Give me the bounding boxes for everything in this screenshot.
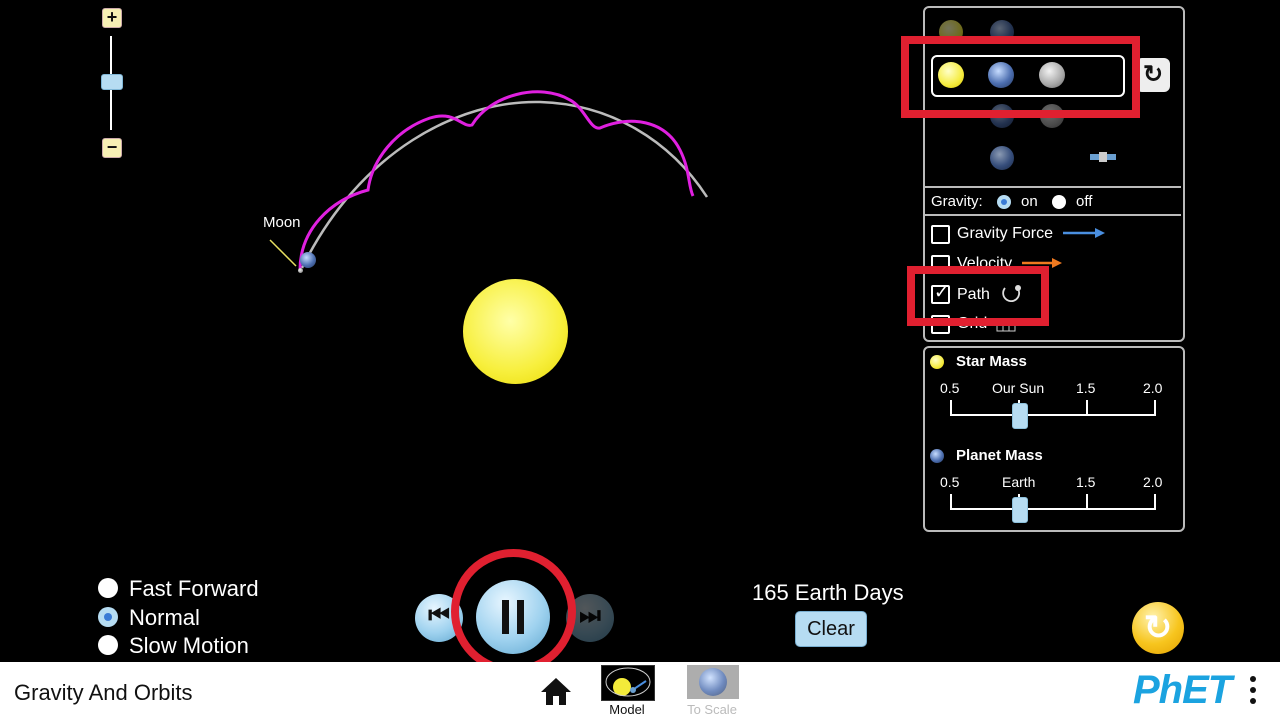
planet-mass-track [951, 508, 1155, 510]
panel-divider-2 [925, 214, 1181, 216]
normal-radio[interactable] [98, 607, 118, 627]
gravity-force-checkbox[interactable] [931, 225, 950, 244]
to-scale-screen-label[interactable]: To Scale [677, 702, 747, 717]
mass-panel [923, 346, 1185, 532]
planet-mass-title: Planet Mass [956, 447, 1043, 464]
star-mass-track [951, 414, 1155, 416]
model-screen-thumb[interactable] [601, 665, 655, 701]
slow-motion-radio[interactable] [98, 635, 118, 655]
planet-tick-0: 0.5 [940, 474, 960, 490]
star-tick-3: 2.0 [1143, 380, 1163, 396]
sim-title: Gravity And Orbits [14, 680, 193, 705]
planet-path [298, 90, 695, 271]
phet-logo[interactable]: PhET [1133, 668, 1232, 713]
star-tick-0: 0.5 [940, 380, 960, 396]
planet-tick-mark [1154, 494, 1156, 510]
star-mass-slider-thumb[interactable] [1012, 403, 1028, 429]
elapsed-time: 165 Earth Days [752, 580, 904, 605]
moon-path [300, 100, 709, 269]
moon-label: Moon [263, 214, 301, 231]
planet-body[interactable] [300, 252, 316, 268]
moon-body[interactable] [298, 268, 303, 273]
planet-tick-3: 2.0 [1143, 474, 1163, 490]
navigation-bar: Gravity And Orbits Model To Scale PhET [0, 662, 1280, 720]
reset-all-button[interactable]: ↻ [1132, 602, 1184, 654]
home-icon[interactable] [539, 674, 573, 708]
to-scale-earth-icon [699, 668, 727, 696]
clear-button[interactable]: Clear [795, 611, 867, 647]
slow-motion-label: Slow Motion [129, 633, 249, 658]
gravity-force-label: Gravity Force [957, 225, 1054, 242]
satellite-icon [1090, 150, 1116, 164]
planet-mass-icon [930, 449, 944, 463]
planet-mass-slider-thumb[interactable] [1012, 497, 1028, 523]
highlight-path [907, 266, 1049, 326]
to-scale-screen-thumb[interactable] [687, 665, 739, 699]
preset-earth-icon-3 [990, 146, 1014, 170]
highlight-preset [901, 36, 1140, 118]
planet-tick-mark [1086, 494, 1088, 510]
panel-divider [925, 186, 1181, 188]
gravity-on-label: on [1021, 193, 1038, 210]
star-tick-mark [1086, 400, 1088, 416]
planet-tick-mark [950, 494, 952, 510]
reset-preset-button[interactable]: ↻ [1136, 58, 1170, 92]
fast-forward-radio[interactable] [98, 578, 118, 598]
planet-tick-1: Earth [1002, 474, 1036, 490]
star-mass-title: Star Mass [956, 353, 1027, 370]
star-tick-1: Our Sun [992, 380, 1045, 396]
model-screen-label[interactable]: Model [592, 702, 662, 717]
star-tick-mark [950, 400, 952, 416]
gravity-on-radio[interactable] [997, 195, 1011, 209]
star-tick-2: 1.5 [1076, 380, 1096, 396]
star-mass-icon [930, 355, 944, 369]
planet-tick-2: 1.5 [1076, 474, 1096, 490]
highlight-pause [451, 549, 576, 662]
gravity-off-radio[interactable] [1052, 195, 1066, 209]
gravity-off-label: off [1076, 193, 1093, 210]
model-screen-icon [605, 667, 651, 697]
moon-label-pointer [269, 239, 297, 267]
gravity-label: Gravity: [931, 193, 983, 210]
orbit-paths [269, 90, 709, 271]
star-body[interactable] [463, 279, 568, 384]
fast-forward-label: Fast Forward [129, 576, 259, 601]
menu-dots-icon[interactable] [1250, 676, 1258, 709]
normal-label: Normal [129, 605, 200, 630]
gravity-force-arrow-icon [1063, 228, 1105, 238]
sim-stage: + − Moon ↻ Gravity: on off Gravity Force… [0, 0, 1280, 662]
star-tick-mark [1154, 400, 1156, 416]
